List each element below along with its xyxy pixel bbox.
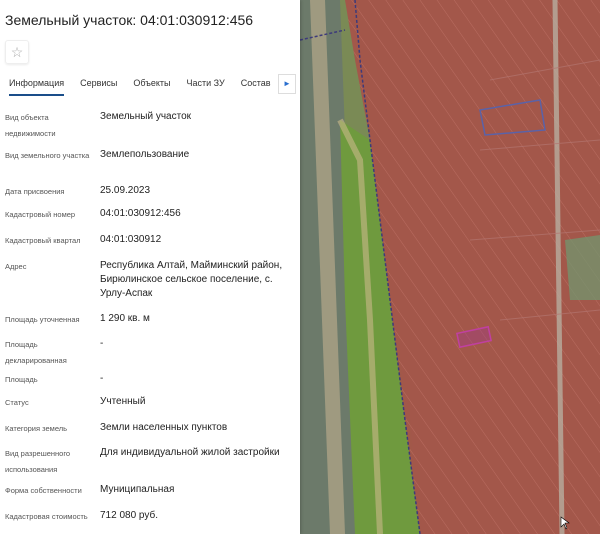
satellite-map[interactable] xyxy=(300,0,600,534)
tab-services[interactable]: Сервисы xyxy=(80,74,117,96)
info-panel: Земельный участок: 04:01:030912:456 ☆ Ин… xyxy=(0,0,300,534)
field-label: Кадастровый квартал xyxy=(5,236,81,245)
field-value: 04:01:030912 xyxy=(100,234,162,245)
tabs-next-arrow-icon[interactable]: ► xyxy=(278,74,296,94)
field-value: 1 290 кв. м xyxy=(100,313,150,324)
field-value: Республика Алтай, Майминский район, Бирю… xyxy=(100,260,283,299)
tab-composition[interactable]: Состав xyxy=(241,74,271,96)
tab-objects[interactable]: Объекты xyxy=(133,74,170,96)
field-value: Муниципальная xyxy=(100,484,175,495)
field-label: Вид объекта недвижимости xyxy=(5,113,56,138)
field-value: 25.09.2023 xyxy=(100,185,151,196)
field-value: Землепользование xyxy=(100,149,190,160)
field-value: Земельный участок xyxy=(100,111,192,122)
field-label: Статус xyxy=(5,398,29,407)
field-label: Вид земельного участка xyxy=(5,151,90,160)
field-label: Дата присвоения xyxy=(5,187,65,196)
field-label: Вид разрешенного использования xyxy=(5,449,71,474)
field-label: Площадь декларированная xyxy=(5,340,67,365)
field-label: Площадь xyxy=(5,375,38,384)
tab-bar: Информация Сервисы Объекты Части ЗУ Сост… xyxy=(0,74,300,96)
field-value: - xyxy=(100,338,104,349)
page-title: Земельный участок: 04:01:030912:456 xyxy=(5,12,254,28)
field-label: Форма собственности xyxy=(5,486,82,495)
field-value: Учтенный xyxy=(100,396,146,407)
field-value: Земли населенных пунктов xyxy=(100,422,228,433)
field-value: 712 080 руб. xyxy=(100,510,158,521)
field-label: Площадь уточненная xyxy=(5,315,80,324)
field-value: 04:01:030912:456 xyxy=(100,208,181,219)
favorite-star-icon[interactable]: ☆ xyxy=(5,40,29,64)
field-value: Для индивидуальной жилой застройки xyxy=(100,447,280,458)
tab-information[interactable]: Информация xyxy=(9,74,65,96)
field-label: Адрес xyxy=(5,262,27,271)
field-label: Кадастровый номер xyxy=(5,210,76,219)
map-view[interactable] xyxy=(300,0,600,534)
field-value: - xyxy=(100,373,104,384)
field-label: Кадастровая стоимость xyxy=(5,512,88,521)
tab-parts[interactable]: Части ЗУ xyxy=(187,74,225,96)
field-label: Категория земель xyxy=(5,424,68,433)
